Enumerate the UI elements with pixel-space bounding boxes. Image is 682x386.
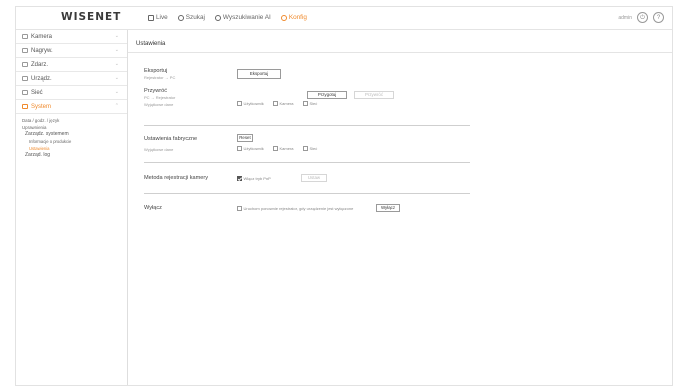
- nav-live[interactable]: Live: [148, 14, 168, 21]
- title-divider: [128, 52, 672, 53]
- app-window: WISENET Live Szukaj Wyszukiwanie AI Konf…: [15, 6, 673, 386]
- chevron-down-icon: ⌄: [114, 75, 119, 81]
- factory-exclude-user[interactable]: Użytkownik: [237, 146, 264, 151]
- export-path: Rejestrator → PC: [144, 75, 176, 80]
- export-label: Eksportuj: [144, 68, 168, 74]
- import-exclude-camera[interactable]: Kamera: [273, 101, 294, 106]
- nav-setup-label: Konfig: [288, 14, 307, 21]
- checkbox[interactable]: [273, 146, 278, 151]
- camera-registration-label: Metoda rejestracji kamery: [144, 175, 209, 181]
- section-divider: [144, 125, 470, 126]
- checkbox[interactable]: [237, 146, 242, 151]
- checkbox-label: Użytkownik: [243, 146, 264, 151]
- factory-default-label: Ustawienia fabryczne: [144, 136, 198, 142]
- camera-registration-apply-button[interactable]: Ustaw: [301, 174, 327, 182]
- chevron-down-icon: ⌄: [114, 61, 119, 67]
- checkbox[interactable]: [303, 146, 308, 151]
- submenu-date-time-language[interactable]: Data / godz. / język: [22, 117, 127, 124]
- chevron-down-icon: ⌄: [114, 89, 119, 95]
- submenu-system-management[interactable]: Zarządz. systemem: [22, 131, 127, 138]
- sidebar-item-label: Nagryw.: [31, 47, 53, 54]
- export-button[interactable]: Eksportuj: [237, 69, 281, 79]
- device-icon: [22, 76, 28, 81]
- checkbox-label: Użytkownik: [243, 101, 264, 106]
- search-icon: [177, 14, 184, 21]
- checkbox[interactable]: [303, 101, 308, 106]
- system-icon: [22, 104, 28, 109]
- main-panel: Ustawienia Eksportuj Rejestrator → PC Ek…: [128, 30, 672, 385]
- system-submenu: Data / godz. / język Uprawnienia Zarządz…: [16, 114, 127, 159]
- top-right-controls: admin ⏻ ?: [618, 12, 664, 23]
- main-nav: Live Szukaj Wyszukiwanie AI Konfig: [148, 14, 307, 21]
- nav-search[interactable]: Szukaj: [177, 14, 205, 21]
- sidebar-item-device[interactable]: Urządz. ⌄: [16, 72, 127, 86]
- section-divider: [144, 162, 470, 163]
- checkbox[interactable]: [237, 206, 242, 211]
- import-label: Przywróć: [144, 88, 167, 94]
- power-icon[interactable]: ⏻: [637, 12, 648, 23]
- help-icon[interactable]: ?: [653, 12, 664, 23]
- shutdown-label: Wyłącz: [144, 205, 162, 211]
- import-prepare-button[interactable]: Przygotuj: [307, 91, 347, 99]
- checkbox-label: Sieć: [309, 146, 318, 151]
- ai-search-icon: [214, 14, 221, 21]
- chevron-down-icon: ⌄: [114, 47, 119, 53]
- checkbox-label: Włącz tryb PnP: [243, 176, 271, 181]
- top-bar: WISENET Live Szukaj Wyszukiwanie AI Konf…: [16, 7, 672, 30]
- checkbox-label: Uruchom ponownie rejestrator, gdy urządz…: [243, 206, 354, 211]
- sidebar-item-recording[interactable]: Nagryw. ⌄: [16, 44, 127, 58]
- factory-reset-button[interactable]: Reset: [237, 134, 253, 142]
- sidebar-item-label: Urządz.: [31, 75, 52, 82]
- checkbox-label: Kamera: [279, 146, 294, 151]
- submenu-permissions[interactable]: Uprawnienia: [22, 124, 127, 131]
- factory-exclude-label: Wyjątkowe dane: [144, 147, 174, 152]
- import-exclude-network[interactable]: Sieć: [303, 101, 317, 106]
- sidebar-item-label: System: [31, 103, 52, 110]
- sidebar-item-label: Zdarz.: [31, 61, 49, 68]
- nav-search-label: Szukaj: [185, 14, 205, 21]
- sidebar-item-camera[interactable]: Kamera ⌄: [16, 30, 127, 44]
- sidebar: Kamera ⌄ Nagryw. ⌄ Zdarz. ⌄ Urządz. ⌄ Si…: [16, 30, 128, 385]
- user-name: admin: [618, 14, 632, 21]
- sidebar-item-event[interactable]: Zdarz. ⌄: [16, 58, 127, 72]
- camera-icon: [22, 34, 28, 39]
- nav-setup[interactable]: Konfig: [280, 14, 307, 21]
- checkbox-label: Kamera: [279, 101, 294, 106]
- chevron-down-icon: ⌄: [114, 33, 119, 39]
- sidebar-item-network[interactable]: Sieć ⌄: [16, 86, 127, 100]
- page-title: Ustawienia: [136, 41, 166, 47]
- nav-ai-search-label: Wyszukiwanie AI: [222, 14, 271, 21]
- checkbox-checked[interactable]: [237, 176, 242, 181]
- shutdown-button[interactable]: Wyłącz: [376, 204, 400, 212]
- wisenet-logo: WISENET: [61, 11, 122, 23]
- gear-icon: [280, 14, 287, 21]
- event-icon: [22, 62, 28, 67]
- section-divider: [144, 193, 470, 194]
- checkbox-label: Sieć: [309, 101, 318, 106]
- monitor-icon: [148, 14, 154, 21]
- factory-exclude-camera[interactable]: Kamera: [273, 146, 294, 151]
- nav-live-label: Live: [156, 14, 168, 21]
- import-exclude-user[interactable]: Użytkownik: [237, 101, 264, 106]
- checkbox[interactable]: [237, 101, 242, 106]
- sidebar-item-system[interactable]: System ⌃: [16, 100, 127, 114]
- chevron-up-icon: ⌃: [114, 103, 119, 109]
- sidebar-item-label: Sieć: [31, 89, 43, 96]
- sidebar-item-label: Kamera: [31, 33, 53, 40]
- restart-on-shutdown-option[interactable]: Uruchom ponownie rejestrator, gdy urządz…: [237, 206, 353, 211]
- factory-exclude-network[interactable]: Sieć: [303, 146, 317, 151]
- checkbox[interactable]: [273, 101, 278, 106]
- nav-ai-search[interactable]: Wyszukiwanie AI: [214, 14, 271, 21]
- import-exclude-label: Wyjątkowe dane: [144, 102, 174, 107]
- network-icon: [22, 90, 28, 95]
- submenu-settings[interactable]: Ustawienia: [22, 145, 127, 152]
- submenu-product-info[interactable]: Informacje o produkcie: [22, 138, 127, 145]
- record-icon: [22, 48, 28, 53]
- import-path: PC → Rejestrator: [144, 95, 176, 100]
- pnp-mode-toggle[interactable]: Włącz tryb PnP: [237, 176, 271, 181]
- import-run-button[interactable]: Przywróć: [354, 91, 394, 99]
- submenu-log-management[interactable]: Zarząd. log: [22, 152, 127, 159]
